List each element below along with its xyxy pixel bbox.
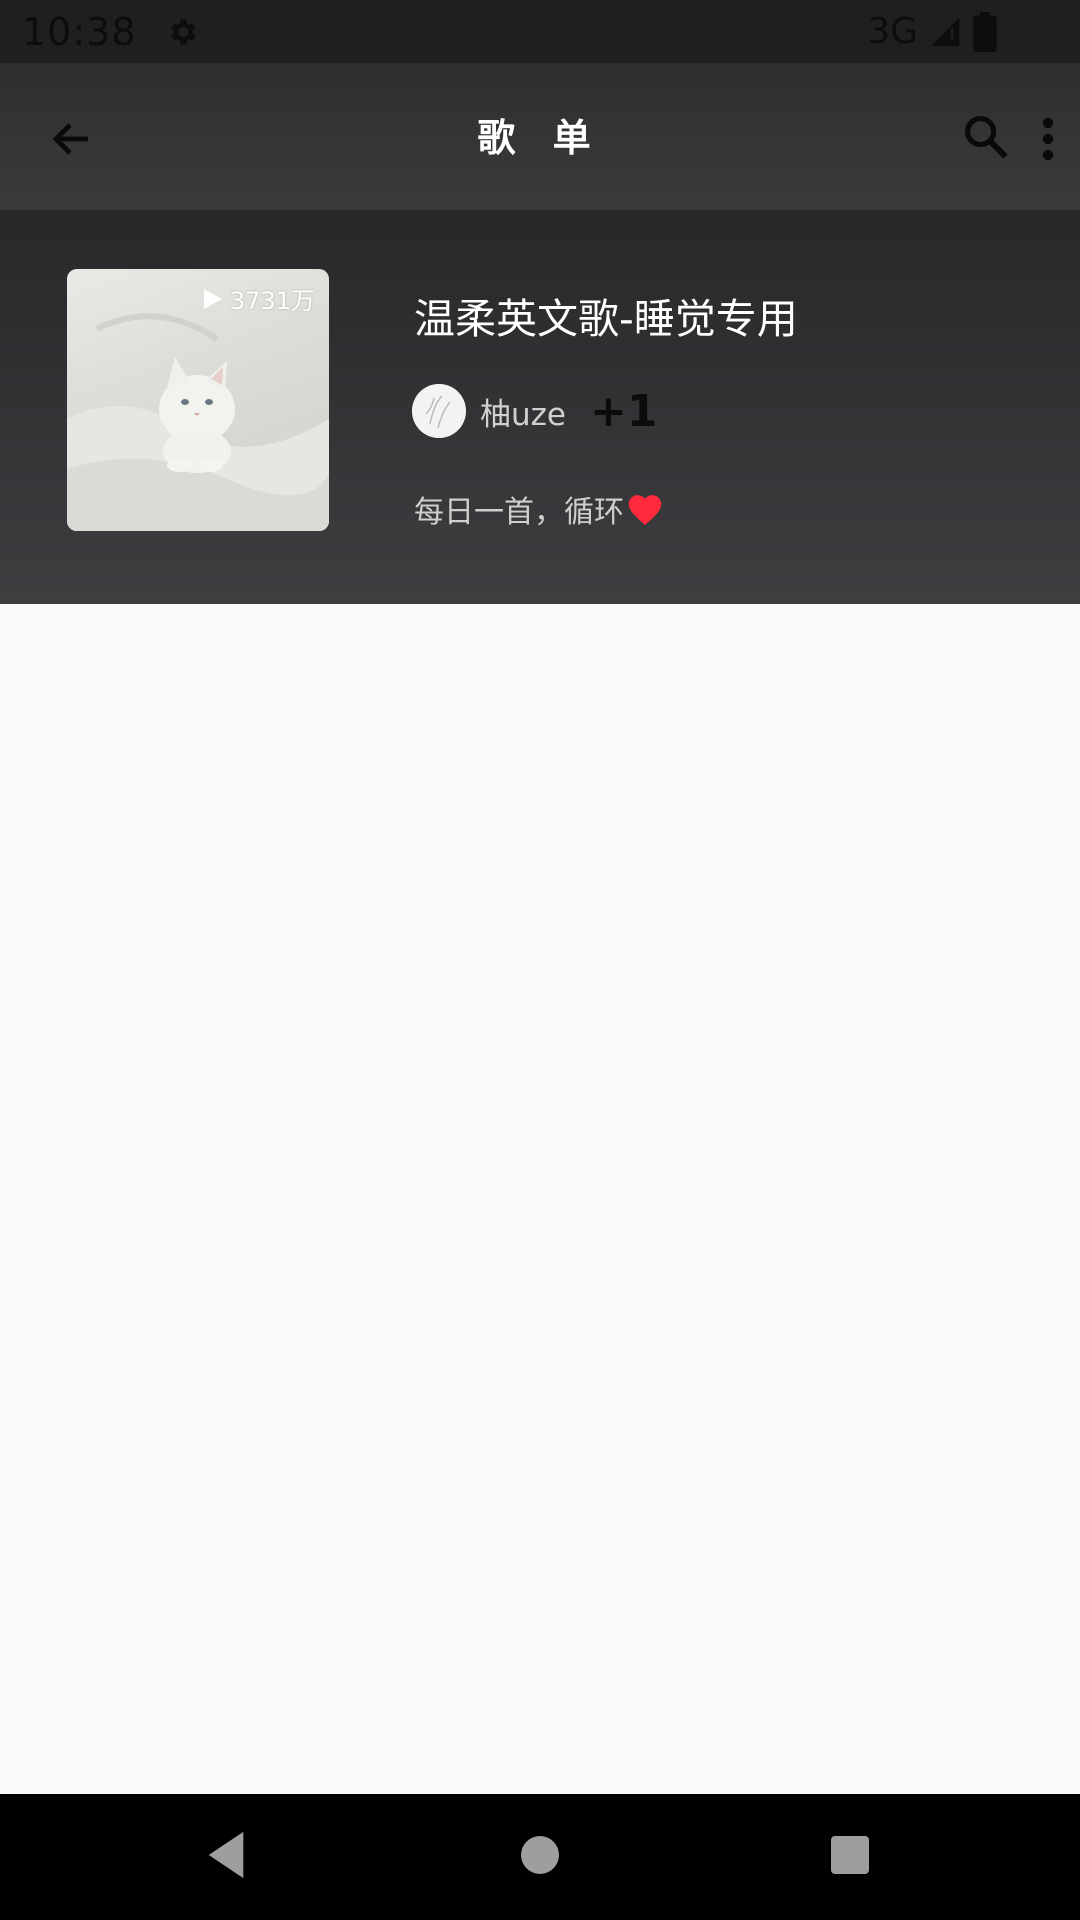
extra-creators-count[interactable]: +1 [590,386,657,437]
playlist-title: 温柔英文歌-睡觉专用 [414,295,798,343]
nav-recents-icon[interactable] [831,1836,869,1874]
heart-icon [628,495,662,526]
status-bar: 10:38 3G [0,0,1080,63]
more-options-button[interactable] [1030,111,1066,167]
settings-gear-icon [170,18,196,45]
nav-home-icon[interactable] [521,1836,559,1874]
system-nav-bar [0,1794,1080,1920]
play-count-value: 3731万 [229,287,315,315]
playlist-header: 歌 单 3731万 温柔英文歌-睡觉专用 柚uze +1 每日一首，循环 [0,63,1080,604]
search-icon [964,115,1008,159]
status-time: 10:38 [22,9,137,54]
status-right-group: 3G [867,11,998,52]
description-text: 每日一首，循环 [414,495,624,530]
more-vert-icon [1042,117,1054,161]
signal-icon [930,17,960,46]
battery-icon [973,11,997,52]
network-type: 3G [867,11,918,52]
playlist-description[interactable]: 每日一首，循环 [414,487,664,531]
play-icon [203,288,222,309]
avatar-image [412,384,466,438]
app-bar: 歌 单 [0,63,1080,210]
nav-back-icon[interactable] [204,1830,248,1880]
playlist-screen: 10:38 3G 歌 单 3731万 温柔英文歌-睡觉专用 柚uze +1 每日… [0,0,1080,1920]
playlist-cover[interactable]: 3731万 [67,269,329,531]
search-button[interactable] [958,109,1014,165]
avatar[interactable] [412,384,466,438]
song-list-area [0,604,1080,1794]
play-count: 3731万 [203,281,315,316]
creator-row[interactable]: 柚uze +1 [412,383,657,439]
creator-name[interactable]: 柚uze [480,389,566,434]
page-title: 歌 单 [477,116,603,160]
